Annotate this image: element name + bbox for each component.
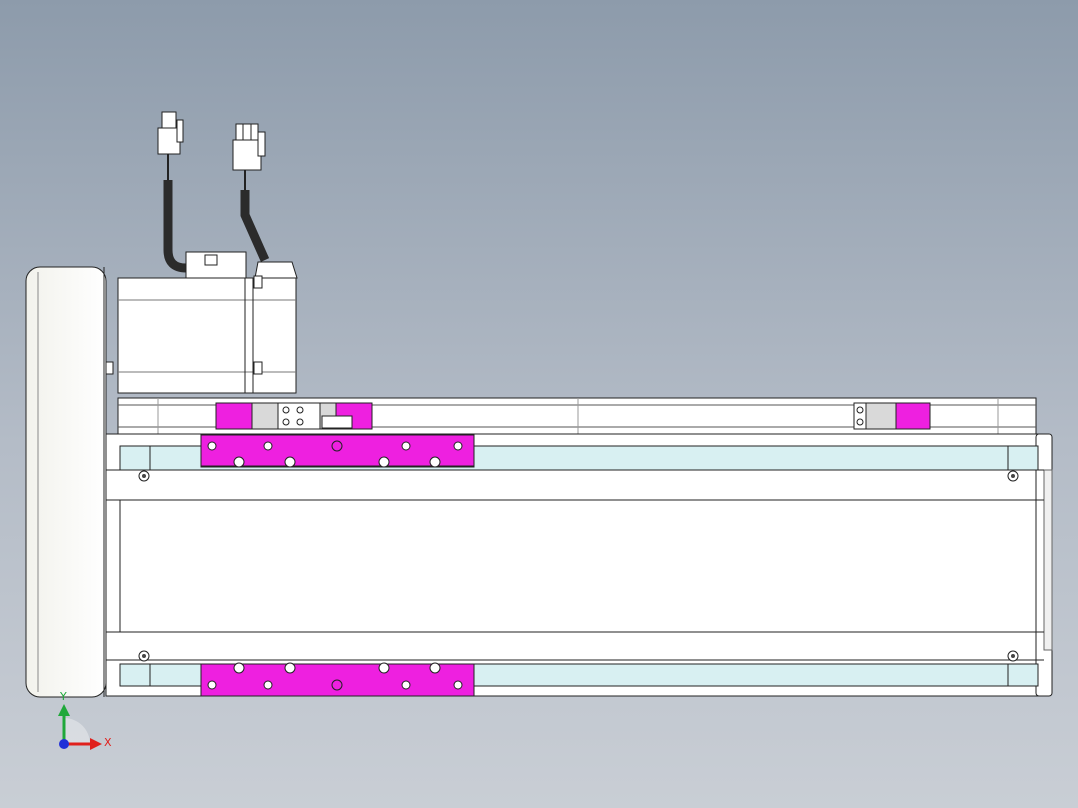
x-axis-label: X (104, 736, 112, 749)
cad-viewport[interactable]: Y X (0, 0, 1078, 808)
cad-drawing: Y X (25, 111, 1053, 750)
carriage-plate-top (200, 434, 475, 468)
sensor-block-left (215, 402, 373, 430)
servo-motor (104, 251, 298, 394)
y-axis-arrowhead (58, 704, 70, 716)
connector-2 (232, 139, 262, 171)
end-cap (25, 266, 107, 698)
actuator-body (105, 433, 1053, 697)
motor-cable-1 (157, 111, 187, 273)
motor-cable-2 (232, 123, 270, 262)
carriage-plate-bottom (200, 662, 475, 697)
sensor-block-right (853, 402, 931, 430)
z-axis-dot (59, 739, 69, 749)
x-axis-arrowhead (90, 738, 102, 750)
y-axis-label: Y (59, 690, 67, 703)
coordinate-triad[interactable]: Y X (58, 690, 112, 750)
